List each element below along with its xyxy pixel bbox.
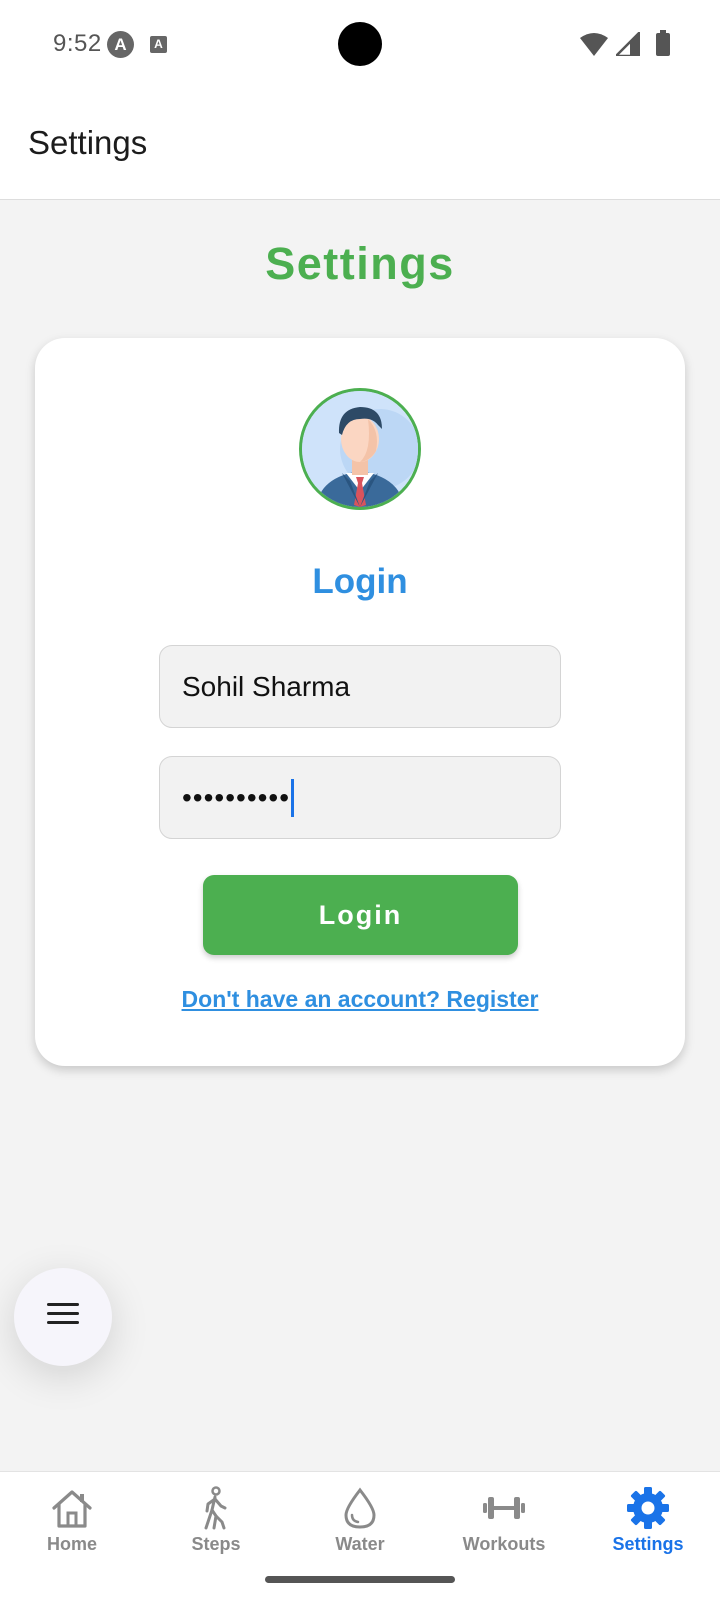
status-bar: 9:52 A A xyxy=(0,0,720,88)
wifi-icon xyxy=(580,33,608,56)
nav-label-workouts: Workouts xyxy=(462,1534,546,1554)
home-icon xyxy=(52,1490,92,1528)
password-value: •••••••••• xyxy=(182,781,291,813)
nav-item-settings[interactable]: Settings xyxy=(576,1472,720,1572)
camera-cutout xyxy=(338,22,382,66)
login-button[interactable]: Login xyxy=(203,875,518,955)
cellular-signal-icon xyxy=(616,32,640,56)
text-notification-icon: A xyxy=(150,36,167,53)
nav-item-steps[interactable]: Steps xyxy=(144,1472,288,1572)
nav-label-home: Home xyxy=(46,1534,97,1554)
app-bar: Settings xyxy=(0,88,720,200)
user-avatar-icon xyxy=(302,391,418,507)
home-indicator[interactable] xyxy=(265,1576,455,1583)
hamburger-menu-icon xyxy=(47,1303,79,1329)
username-input[interactable] xyxy=(159,645,561,728)
nav-item-water[interactable]: Water xyxy=(288,1472,432,1572)
walking-icon xyxy=(204,1486,227,1530)
status-time: 9:52 xyxy=(53,30,102,57)
nav-label-settings: Settings xyxy=(612,1534,684,1554)
menu-fab-button[interactable] xyxy=(14,1268,112,1366)
app-notification-icon: A xyxy=(107,31,134,58)
nav-label-steps: Steps xyxy=(191,1534,241,1554)
battery-icon xyxy=(656,30,670,56)
app-bar-title: Settings xyxy=(28,124,148,161)
register-link[interactable]: Don't have an account? Register xyxy=(35,986,685,1013)
page-title: Settings xyxy=(265,238,455,289)
nav-item-home[interactable]: Home xyxy=(0,1472,144,1572)
gear-icon xyxy=(627,1487,669,1529)
nav-item-workouts[interactable]: Workouts xyxy=(432,1472,576,1572)
dumbbell-icon xyxy=(483,1497,525,1519)
login-card: Login •••••••••• Login Don't have an acc… xyxy=(35,338,685,1066)
nav-label-water: Water xyxy=(335,1534,385,1554)
password-input[interactable]: •••••••••• xyxy=(159,756,561,839)
text-caret xyxy=(291,778,295,817)
avatar xyxy=(299,388,421,510)
water-drop-icon xyxy=(344,1487,376,1529)
login-heading: Login xyxy=(312,562,408,601)
